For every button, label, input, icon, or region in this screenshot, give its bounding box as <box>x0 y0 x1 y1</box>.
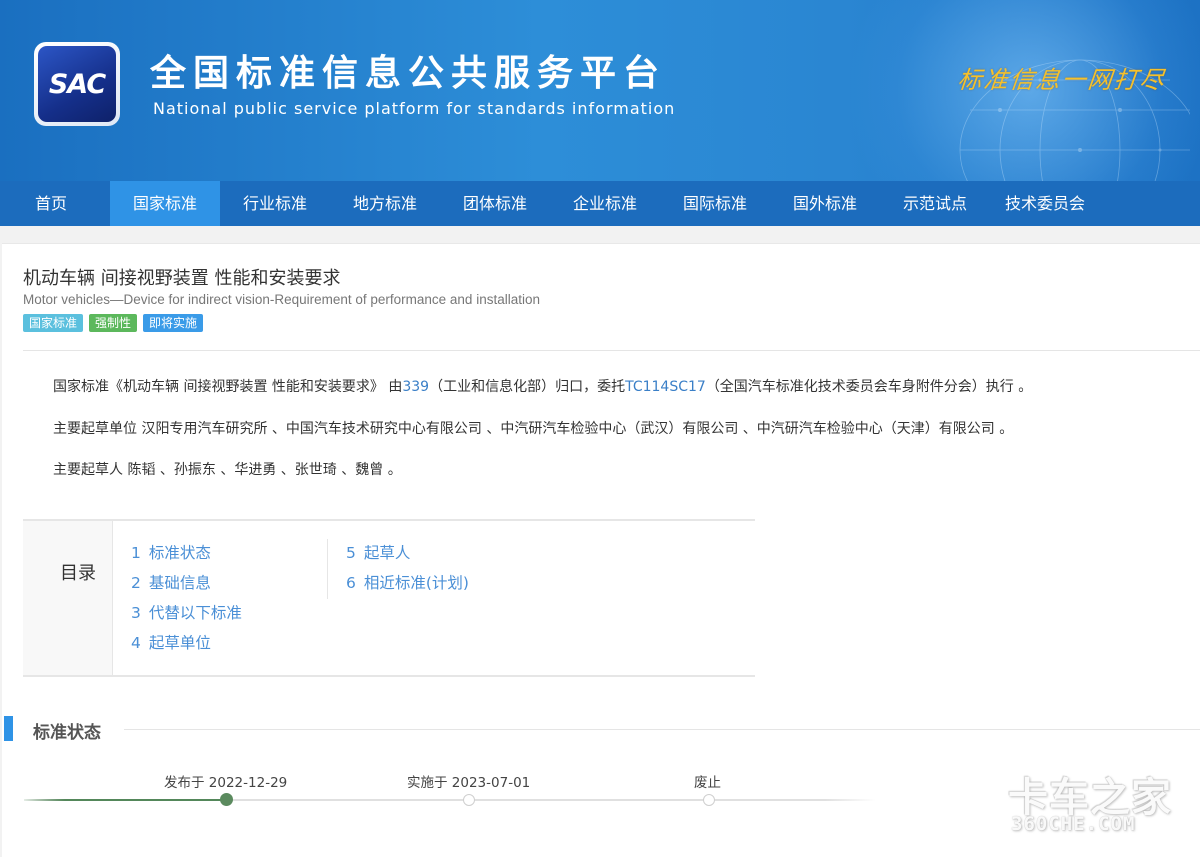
toc-item-number: 1 <box>131 544 141 562</box>
summary-responsible: 国家标准《机动车辆 间接视野装置 性能和安装要求》 由339（工业和信息化部）归… <box>53 376 1032 396</box>
toc-label: 目录 <box>60 563 96 584</box>
section-title-status: 标准状态 <box>33 723 101 743</box>
toc-item-drafting-units[interactable]: 4 起草单位 <box>131 631 211 653</box>
site-subtitle: National public service platform for sta… <box>153 99 676 118</box>
timeline-dot-published <box>220 793 233 806</box>
toc-item-label: 基础信息 <box>148 574 211 592</box>
timeline-label-abolished: 废止 <box>694 775 721 791</box>
tag-mandatory: 强制性 <box>89 314 138 332</box>
timeline-dot-abolished <box>703 794 715 806</box>
toc-item-number: 5 <box>346 544 356 562</box>
table-of-contents: 目录 1 标准状态 2 基础信息 3 代替以下标准 4 起草单位 5 起草人 6 相近标准(… <box>23 519 755 677</box>
nav-enterprise-standards[interactable]: 企业标准 <box>550 181 660 226</box>
nav-group-standards[interactable]: 团体标准 <box>440 181 550 226</box>
toc-item-number: 6 <box>346 574 356 592</box>
summary-drafting-units: 主要起草单位 汉阳专用汽车研究所 、中国汽车技术研究中心有限公司 、中汽研汽车检… <box>53 421 1014 437</box>
link-339[interactable]: 339 <box>402 379 429 395</box>
toc-item-label: 相近标准(计划) <box>363 574 469 592</box>
toc-item-replaces[interactable]: 3 代替以下标准 <box>131 601 242 623</box>
nav-international-standards[interactable]: 国际标准 <box>660 181 770 226</box>
toc-label-box: 目录 <box>23 521 113 675</box>
watermark-en: 360CHE.COM <box>1011 813 1136 835</box>
toc-item-status[interactable]: 1 标准状态 <box>131 541 211 563</box>
tag-upcoming: 即将实施 <box>143 314 204 332</box>
nav-local-standards[interactable]: 地方标准 <box>330 181 440 226</box>
section-accent-bar <box>4 716 13 741</box>
toc-item-basic-info[interactable]: 2 基础信息 <box>131 571 211 593</box>
watermark-360che: 卡车之家 360CHE.COM <box>1005 765 1195 840</box>
sac-logo-text: SAC <box>48 68 106 100</box>
standard-tags: 国家标准 强制性 即将实施 <box>23 314 204 332</box>
summary-drafters: 主要起草人 陈韬 、孙振东 、华进勇 、张世琦 、魏曾 。 <box>53 462 402 478</box>
nav-foreign-standards[interactable]: 国外标准 <box>770 181 880 226</box>
timeline-label-effective: 实施于 2023-07-01 <box>407 775 531 791</box>
toc-item-number: 4 <box>131 634 141 652</box>
summary-p1-prefix: 国家标准《机动车辆 间接视野装置 性能和安装要求》 由 <box>53 379 403 395</box>
tag-national-standard: 国家标准 <box>23 314 84 332</box>
site-title: 全国标准信息公共服务平台 <box>150 53 667 94</box>
section-divider <box>124 729 1200 730</box>
sac-logo-mark: SAC <box>38 46 116 122</box>
toc-item-similar-standards[interactable]: 6 相近标准(计划) <box>346 571 469 593</box>
timeline-progress <box>24 799 228 801</box>
toc-item-label: 起草人 <box>363 544 411 562</box>
toc-item-label: 起草单位 <box>148 634 211 652</box>
standard-title-en: Motor vehicles—Device for indirect visio… <box>23 292 540 307</box>
summary-p1-mid: （工业和信息化部）归口，委托 <box>429 379 626 395</box>
standard-title-cn: 机动车辆 间接视野装置 性能和安装要求 <box>23 268 341 289</box>
site-slogan: 标准信息一网打尽 <box>956 66 1168 94</box>
link-tc114sc17[interactable]: TC114SC17 <box>625 379 706 395</box>
main-nav: 首页 国家标准 行业标准 地方标准 团体标准 企业标准 国际标准 国外标准 示范… <box>0 181 1200 226</box>
toc-item-label: 标准状态 <box>148 544 211 562</box>
toc-item-number: 3 <box>131 604 141 622</box>
summary-p1-suffix: （全国汽车标准化技术委员会车身附件分会）执行 。 <box>705 379 1033 395</box>
nav-national-standards[interactable]: 国家标准 <box>110 181 220 226</box>
toc-item-label: 代替以下标准 <box>148 604 242 622</box>
sac-logo[interactable]: SAC <box>34 42 120 126</box>
nav-pilot-demonstration[interactable]: 示范试点 <box>880 181 990 226</box>
timeline-label-published: 发布于 2022-12-29 <box>164 775 288 791</box>
toc-item-drafters[interactable]: 5 起草人 <box>346 541 410 563</box>
toc-column-divider <box>327 539 328 599</box>
nav-technical-committee[interactable]: 技术委员会 <box>990 181 1100 226</box>
timeline-dot-effective <box>463 794 475 806</box>
nav-home[interactable]: 首页 <box>0 181 102 226</box>
nav-industry-standards[interactable]: 行业标准 <box>220 181 330 226</box>
title-divider <box>23 350 1200 351</box>
site-banner: SAC 全国标准信息公共服务平台 National public service… <box>0 0 1200 181</box>
toc-item-number: 2 <box>131 574 141 592</box>
